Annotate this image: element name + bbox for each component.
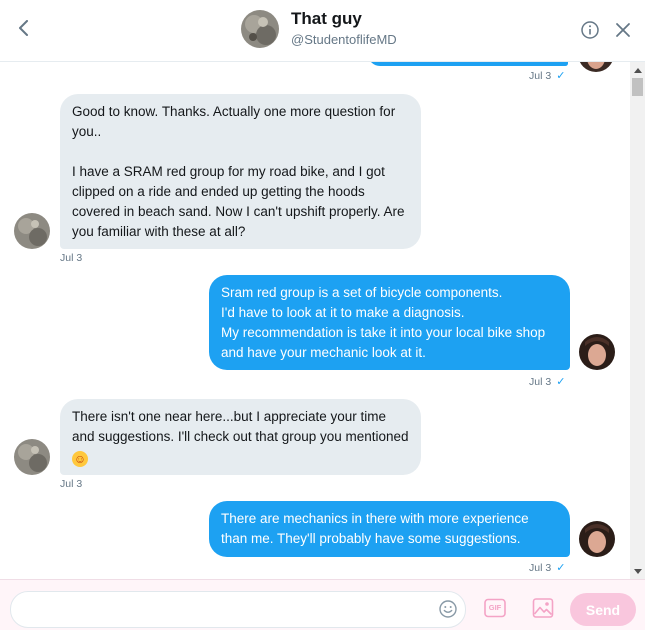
scroll-down-arrow-icon[interactable] xyxy=(630,565,645,577)
message-bubble-outgoing[interactable]: Sram red group is a set of bicycle compo… xyxy=(209,275,570,370)
contact-message-avatar[interactable] xyxy=(14,439,50,475)
smiley-icon xyxy=(439,600,457,618)
close-icon xyxy=(616,23,630,37)
message-composer: GIF Send xyxy=(0,579,645,630)
back-button[interactable] xyxy=(12,16,36,40)
message-meta: Jul 3 xyxy=(60,252,82,264)
read-check-icon: ✓ xyxy=(556,376,566,388)
scrollbar-thumb[interactable] xyxy=(632,78,643,96)
message-bubble-outgoing[interactable] xyxy=(368,62,568,66)
message-timestamp: Jul 3 xyxy=(529,561,552,574)
message-timestamp: Jul 3 xyxy=(529,375,552,388)
message-meta: Jul 3 xyxy=(60,478,82,490)
contact-avatar[interactable] xyxy=(241,10,279,48)
send-button[interactable]: Send xyxy=(570,593,636,626)
contact-name[interactable]: That guy xyxy=(291,9,362,29)
conversation-header: That guy @StudentoflifeMD xyxy=(0,0,645,62)
close-button[interactable] xyxy=(612,19,634,41)
info-button[interactable] xyxy=(579,19,601,41)
message-list[interactable]: Jul 3 ✓ Good to know. Thanks. Actually o… xyxy=(0,62,630,579)
message-timestamp: Jul 3 xyxy=(60,478,83,490)
own-avatar xyxy=(578,62,614,72)
info-circle-icon xyxy=(581,21,599,39)
chevron-left-icon xyxy=(19,20,28,36)
gif-label: GIF xyxy=(488,603,502,612)
own-avatar xyxy=(579,521,615,557)
message-meta: Jul 3 ✓ xyxy=(529,561,566,575)
image-icon xyxy=(532,598,554,618)
own-avatar xyxy=(579,334,615,370)
media-button[interactable] xyxy=(532,597,554,619)
scroll-up-arrow-icon[interactable] xyxy=(630,64,645,76)
message-text: There isn't one near here...but I apprec… xyxy=(72,409,409,444)
message-bubble-incoming[interactable]: Good to know. Thanks. Actually one more … xyxy=(60,94,421,249)
message-meta: Jul 3 ✓ xyxy=(529,69,566,83)
smiling-face-emoji: ☺ xyxy=(72,451,88,467)
message-bubble-outgoing[interactable]: There are mechanics in there with more e… xyxy=(209,501,570,557)
contact-message-avatar[interactable] xyxy=(14,213,50,249)
message-bubble-incoming[interactable]: There isn't one near here...but I apprec… xyxy=(60,399,421,475)
message-timestamp: Jul 3 xyxy=(529,69,552,82)
read-check-icon: ✓ xyxy=(556,70,566,82)
message-scrollbar[interactable] xyxy=(630,62,645,579)
gif-button[interactable]: GIF xyxy=(484,598,506,618)
message-timestamp: Jul 3 xyxy=(60,252,83,264)
message-input[interactable] xyxy=(10,591,466,628)
read-check-icon: ✓ xyxy=(556,562,566,574)
message-meta: Jul 3 ✓ xyxy=(529,375,566,389)
contact-handle: @StudentoflifeMD xyxy=(291,32,397,47)
emoji-button[interactable] xyxy=(438,599,458,619)
